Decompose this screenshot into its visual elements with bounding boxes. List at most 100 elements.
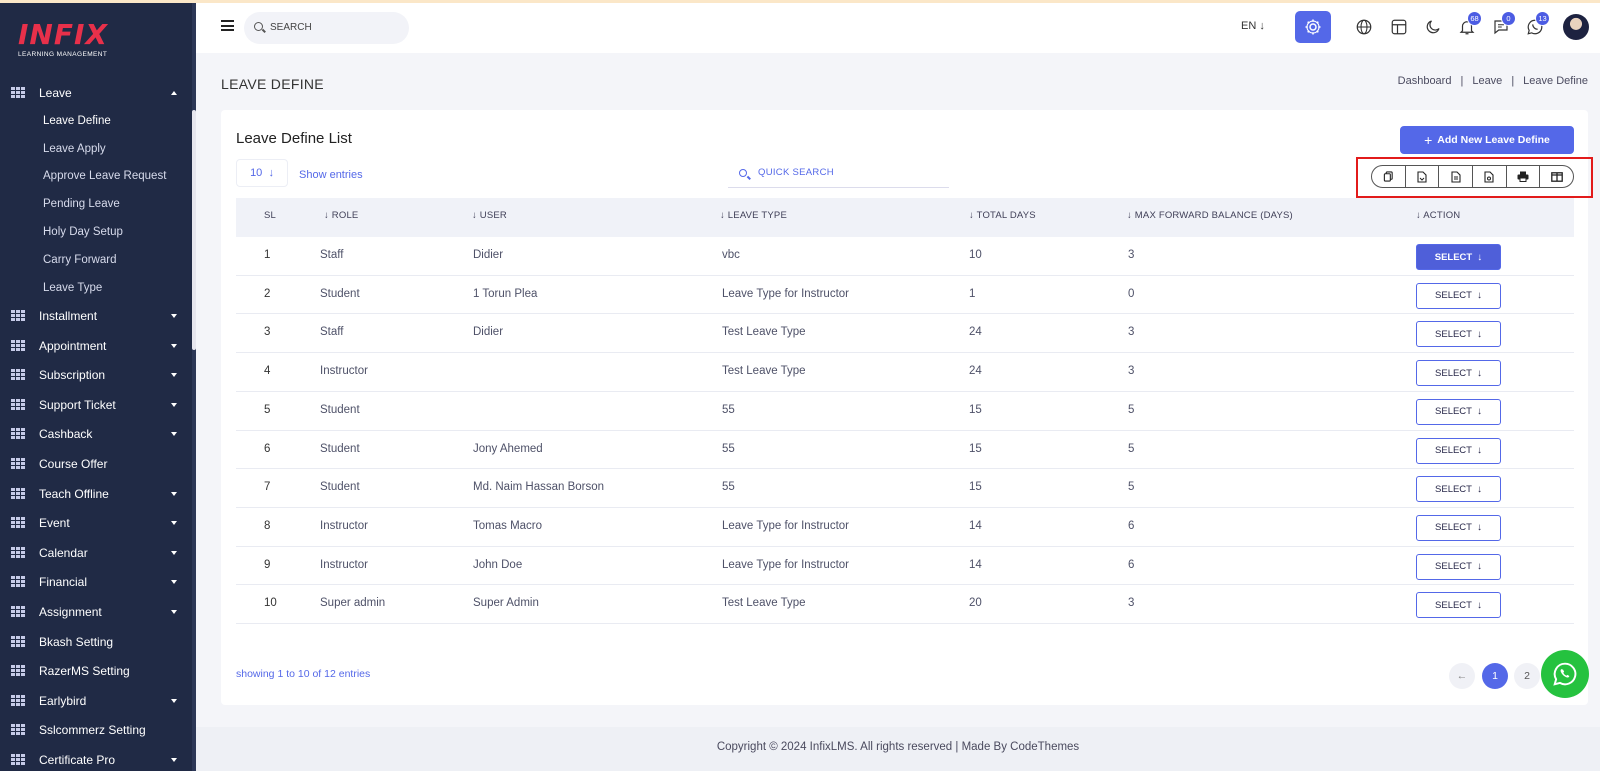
logo[interactable]: INFIX LEARNING MANAGEMENT <box>18 21 108 59</box>
breadcrumb: Dashboard | Leave | Leave Define <box>1397 75 1588 87</box>
sidebar-item-bkash-setting[interactable]: Bkash Setting <box>0 628 192 656</box>
sidebar-item-label: RazerMS Setting <box>39 664 130 679</box>
grid-icon <box>11 398 25 411</box>
header-role[interactable]: ↓ ROLE <box>324 210 358 221</box>
whatsapp-header-icon[interactable]: 13 <box>1526 11 1550 36</box>
arrow-down-icon: ↓ <box>1476 561 1482 573</box>
select-action-button[interactable]: SELECT ↓ <box>1416 437 1501 464</box>
message-icon[interactable]: 0 <box>1492 11 1516 36</box>
arrow-down-icon: ↓ <box>1259 20 1265 32</box>
language-selector[interactable]: EN ↓ <box>1241 20 1265 32</box>
cell-total-days: 1 <box>969 287 976 300</box>
select-action-button[interactable]: SELECT ↓ <box>1416 476 1501 503</box>
layout-icon[interactable] <box>1390 18 1408 36</box>
grid-icon <box>11 428 25 440</box>
sidebar-subitem-carry-forward[interactable]: Carry Forward <box>43 254 116 266</box>
cell-max-forward: 3 <box>1128 326 1135 339</box>
grid-icon <box>11 517 25 529</box>
breadcrumb-dashboard[interactable]: Dashboard <box>1398 75 1452 87</box>
entries-value: 10 <box>250 167 263 179</box>
avatar[interactable] <box>1563 14 1589 40</box>
message-badge: 0 <box>1501 11 1516 26</box>
sidebar-item-teach-offline[interactable]: Teach Offline <box>0 480 192 508</box>
add-button-label: Add New Leave Define <box>1437 134 1550 146</box>
select-action-button[interactable]: SELECT ↓ <box>1416 553 1501 580</box>
cell-sl: 9 <box>264 558 271 571</box>
header-leave-type[interactable]: ↓ LEAVE TYPE <box>720 210 787 221</box>
sidebar-item-earlybird[interactable]: Earlybird <box>0 687 192 715</box>
pagination-prev-button[interactable]: ← <box>1449 663 1475 689</box>
header-sl[interactable]: SL <box>264 210 276 221</box>
sidebar-subitem-approve-leave-request[interactable]: Approve Leave Request <box>43 170 166 182</box>
sidebar: INFIX LEARNING MANAGEMENT Leave Leave Def… <box>0 3 196 771</box>
select-action-button[interactable]: SELECT ↓ <box>1416 360 1501 387</box>
sidebar-item-financial[interactable]: Financial <box>0 568 192 596</box>
sidebar-item-course-offer[interactable]: Course Offer <box>0 450 192 478</box>
select-label: SELECT <box>1434 251 1473 263</box>
sidebar-item-label: Calendar <box>39 545 88 560</box>
cell-role: Instructor <box>320 558 368 571</box>
sidebar-subitem-holy-day-setup[interactable]: Holy Day Setup <box>43 226 123 238</box>
sidebar-item-cashback[interactable]: Cashback <box>0 420 192 448</box>
select-action-button[interactable]: SELECT ↓ <box>1416 282 1501 309</box>
caret-down-icon <box>171 757 177 762</box>
sidebar-item-certificate-pro[interactable]: Certificate Pro <box>0 746 192 771</box>
whatsapp-chat-button[interactable] <box>1541 650 1589 698</box>
arrow-down-icon: ↓ <box>1476 522 1482 534</box>
header-total-days[interactable]: ↓ TOTAL DAYS <box>969 210 1036 221</box>
caret-down-icon <box>171 609 177 614</box>
sidebar-item-label: Financial <box>39 575 88 590</box>
pagination-page-1[interactable]: 1 <box>1482 663 1508 689</box>
globe-icon[interactable] <box>1355 18 1373 36</box>
cell-user: Didier <box>473 326 504 339</box>
sidebar-subitem-leave-apply[interactable]: Leave Apply <box>43 143 106 155</box>
grid-icon <box>11 487 25 500</box>
select-action-button[interactable]: SELECT ↓ <box>1416 321 1501 348</box>
menu-toggle-icon[interactable] <box>221 20 234 31</box>
select-action-button[interactable]: SELECT ↓ <box>1416 514 1501 541</box>
cell-sl: 10 <box>264 597 277 610</box>
grid-icon <box>11 753 25 766</box>
sidebar-item-leave[interactable]: Leave <box>0 79 192 107</box>
cell-total-days: 10 <box>969 249 982 261</box>
select-action-button[interactable]: SELECT ↓ <box>1416 398 1501 425</box>
select-action-button[interactable]: SELECT ↓ <box>1416 592 1501 619</box>
select-action-button[interactable]: SELECT ↓ <box>1416 244 1501 270</box>
caret-down-icon <box>171 313 177 318</box>
sidebar-item-razerms-setting[interactable]: RazerMS Setting <box>0 657 192 685</box>
arrow-down-icon: ↓ <box>1476 406 1482 418</box>
header-max-forward-balance[interactable]: ↓ MAX FORWARD BALANCE (DAYS) <box>1127 210 1293 221</box>
sidebar-item-sslcommerz-setting[interactable]: Sslcommerz Setting <box>0 716 192 744</box>
header-user[interactable]: ↓ USER <box>472 210 507 221</box>
notification-bell-icon[interactable]: 68 <box>1458 11 1482 36</box>
pagination-page-2[interactable]: 2 <box>1514 663 1540 689</box>
entries-select[interactable]: 10 ↓ <box>236 159 288 187</box>
sidebar-item-subscription[interactable]: Subscription <box>0 361 192 389</box>
sidebar-subitem-leave-type[interactable]: Leave Type <box>43 282 102 294</box>
cell-leave-type: Test Leave Type <box>722 365 806 378</box>
sidebar-item-event[interactable]: Event <box>0 509 192 537</box>
sidebar-scrollbar-thumb[interactable] <box>192 110 196 350</box>
sidebar-item-support-ticket[interactable]: Support Ticket <box>0 391 192 419</box>
moon-icon[interactable] <box>1424 18 1442 36</box>
footer-copyright: Copyright © 2024 InfixLMS. All rights re… <box>716 741 1080 753</box>
sidebar-subitem-leave-define[interactable]: Leave Define <box>43 115 111 127</box>
quick-search-input[interactable]: QUICK SEARCH <box>728 160 949 188</box>
sidebar-item-label: Event <box>39 516 70 531</box>
sidebar-item-appointment[interactable]: Appointment <box>0 332 192 360</box>
breadcrumb-leave[interactable]: Leave <box>1472 75 1502 87</box>
select-label: SELECT <box>1435 367 1472 379</box>
cell-role: Student <box>320 287 360 300</box>
arrow-down-icon: ↓ <box>1476 290 1482 302</box>
sidebar-item-installment[interactable]: Installment <box>0 302 192 330</box>
grid-icon <box>11 635 25 648</box>
add-new-leave-define-button[interactable]: + Add New Leave Define <box>1400 126 1574 154</box>
header-action[interactable]: ↓ ACTION <box>1416 210 1460 221</box>
sidebar-subitem-pending-leave[interactable]: Pending Leave <box>43 198 120 210</box>
search-input[interactable]: SEARCH <box>244 12 409 44</box>
caret-down-icon <box>171 550 177 555</box>
sidebar-item-assignment[interactable]: Assignment <box>0 598 192 626</box>
sidebar-item-calendar[interactable]: Calendar <box>0 539 192 567</box>
caret-down-icon <box>171 402 177 407</box>
settings-button[interactable] <box>1295 11 1331 43</box>
